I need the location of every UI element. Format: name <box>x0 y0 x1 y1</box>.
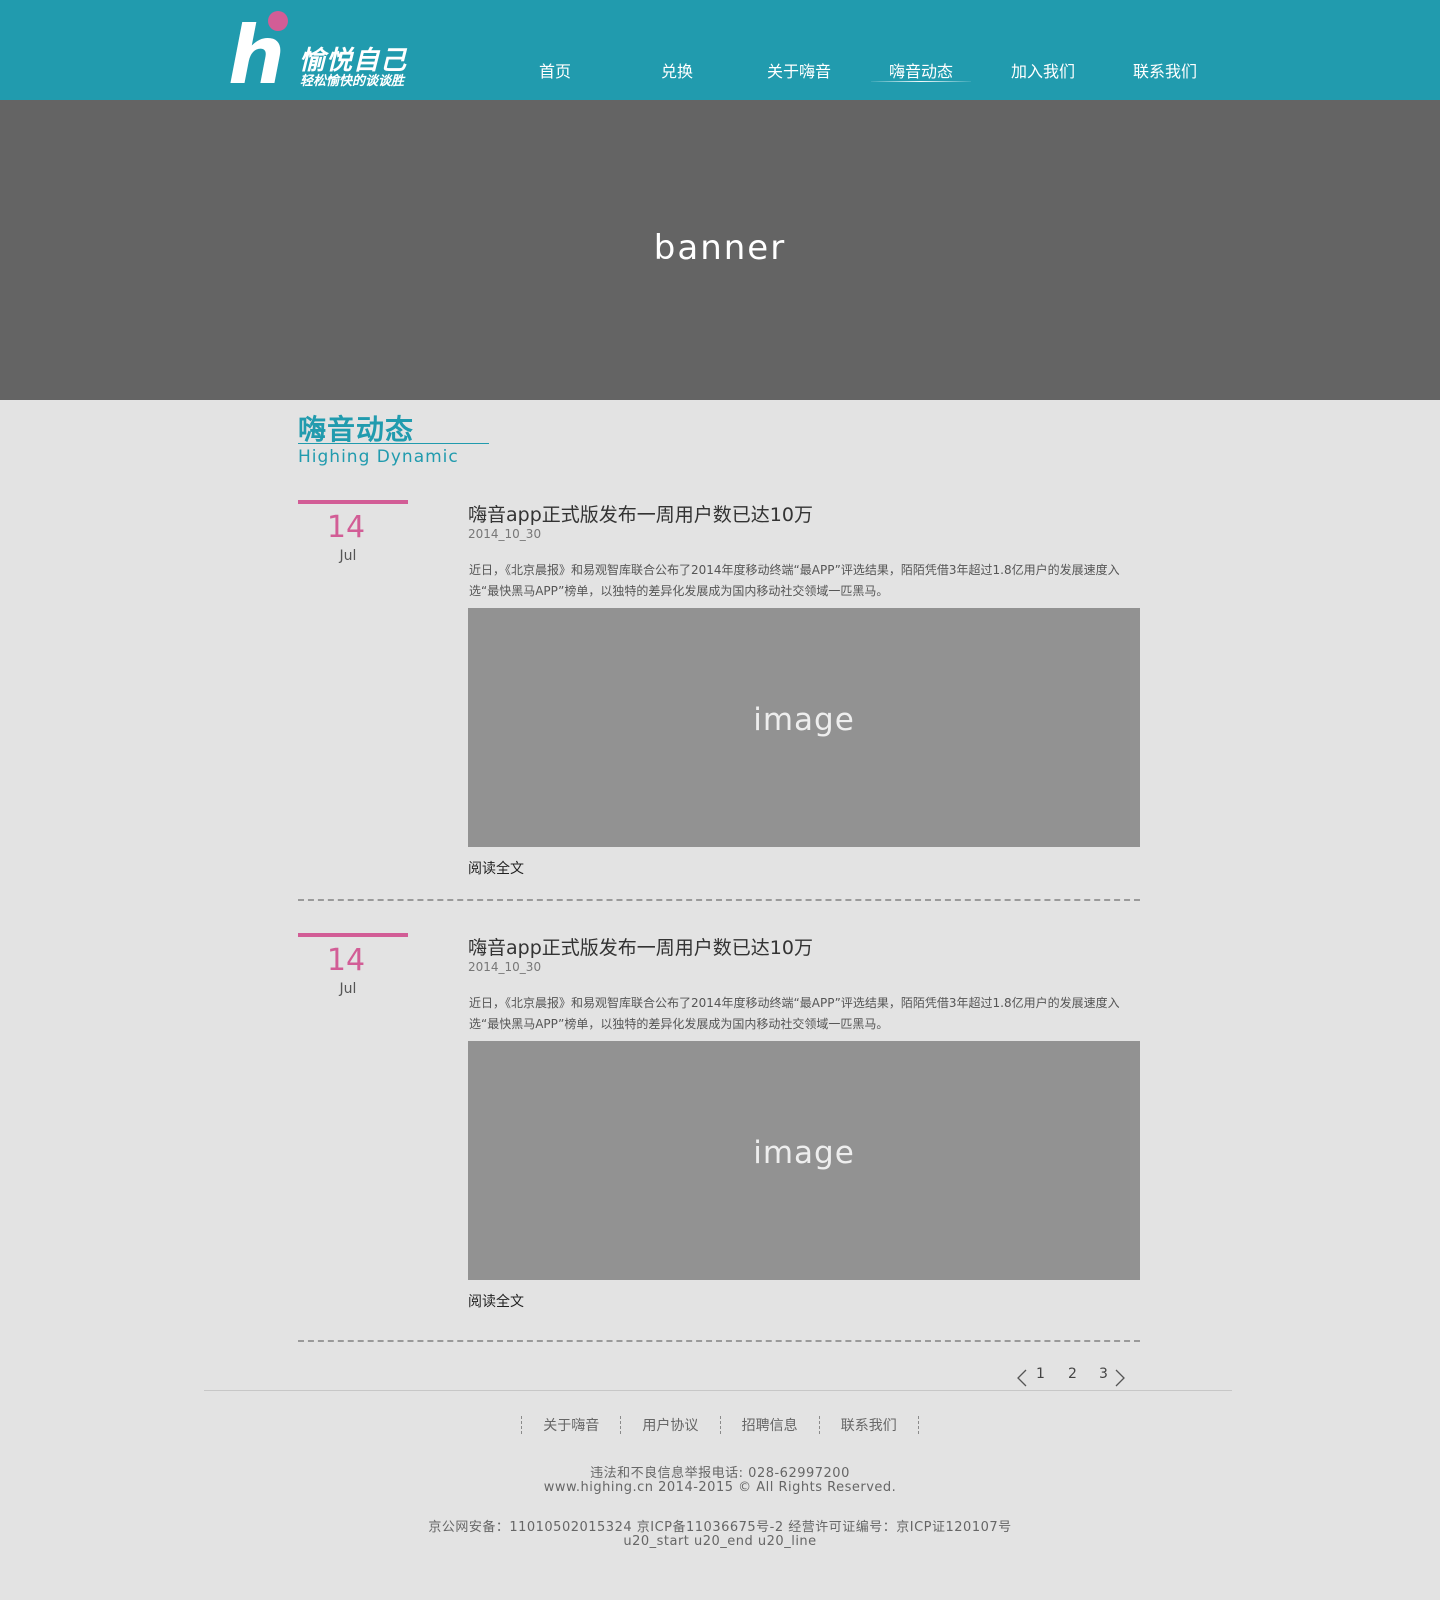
article-divider <box>298 899 1140 901</box>
news-article: 14 Jul 嗨音app正式版发布一周用户数已达10万 2014_10_30 近… <box>0 500 1440 920</box>
section-subtitle: Highing Dynamic <box>298 447 459 467</box>
footer-link-about[interactable]: 关于嗨音 <box>543 1415 599 1435</box>
logo-slogan: 轻松愉快的谈谈胜 <box>300 74 405 89</box>
section-title-underline <box>298 443 489 444</box>
section-title: 嗨音动态 <box>298 413 415 446</box>
footer-divider <box>204 1390 1232 1391</box>
read-more-link[interactable]: 阅读全文 <box>468 1291 524 1311</box>
footer-link-jobs[interactable]: 招聘信息 <box>742 1415 798 1435</box>
article-date: 2014_10_30 <box>468 527 542 541</box>
nav-item-news[interactable]: 嗨音动态 <box>866 58 976 82</box>
nav-item-exchange[interactable]: 兑换 <box>622 58 732 82</box>
chevron-left-icon[interactable] <box>1016 1368 1028 1388</box>
image-placeholder-label: image <box>753 702 855 738</box>
footer-copyright: www.highing.cn 2014-2015 © All Rights Re… <box>543 1480 897 1495</box>
page-link-3[interactable]: 3 <box>1099 1366 1108 1382</box>
footer-report-line: 违法和不良信息举报电话: 028-62997200 <box>590 1466 850 1481</box>
hero-banner: banner <box>0 100 1440 400</box>
article-day: 14 <box>326 510 366 545</box>
article-divider <box>298 1340 1140 1342</box>
article-date: 2014_10_30 <box>468 960 542 974</box>
footer-links: 关于嗨音 用户协议 招聘信息 联系我们 <box>0 1414 1440 1435</box>
nav-item-contact[interactable]: 联系我们 <box>1110 58 1220 82</box>
link-separator <box>521 1415 523 1434</box>
news-article: 14 Jul 嗨音app正式版发布一周用户数已达10万 2014_10_30 近… <box>0 933 1440 1353</box>
article-summary: 近日，《北京晨报》和易观智库联合公布了2014年度移动终端“最APP”评选结果，… <box>469 563 1120 598</box>
link-separator <box>818 1415 820 1434</box>
footer-icp-line: 京公网安备：11010502015324 京ICP备11036675号-2 经营… <box>428 1520 1012 1535</box>
footer-link-agreement[interactable]: 用户协议 <box>642 1415 698 1435</box>
article-summary: 近日，《北京晨报》和易观智库联合公布了2014年度移动终端“最APP”评选结果，… <box>469 996 1120 1031</box>
link-separator <box>719 1415 721 1434</box>
footer-extra-line: u20_start u20_end u20_line <box>623 1534 817 1549</box>
link-separator <box>620 1415 622 1434</box>
nav-item-about[interactable]: 关于嗨音 <box>744 58 854 82</box>
article-month: Jul <box>339 548 357 564</box>
nav-item-home[interactable]: 首页 <box>500 58 610 82</box>
date-accent-bar <box>298 500 408 504</box>
site-logo[interactable]: h 愉悦自己 轻松愉快的谈谈胜 <box>228 10 428 96</box>
article-title[interactable]: 嗨音app正式版发布一周用户数已达10万 <box>468 500 813 527</box>
banner-label: banner <box>653 228 787 268</box>
article-day: 14 <box>326 943 366 978</box>
chevron-right-icon[interactable] <box>1114 1368 1126 1388</box>
image-placeholder-label: image <box>753 1135 855 1171</box>
page-link-2[interactable]: 2 <box>1068 1366 1077 1382</box>
link-separator <box>917 1415 919 1434</box>
read-more-link[interactable]: 阅读全文 <box>468 858 524 878</box>
article-image[interactable]: image <box>468 1041 1140 1280</box>
footer-link-contact[interactable]: 联系我们 <box>841 1415 897 1435</box>
page-link-1[interactable]: 1 <box>1036 1366 1045 1382</box>
article-title[interactable]: 嗨音app正式版发布一周用户数已达10万 <box>468 933 813 960</box>
logo-dot-icon <box>268 11 288 31</box>
nav-item-join[interactable]: 加入我们 <box>988 58 1098 82</box>
article-image[interactable]: image <box>468 608 1140 847</box>
article-month: Jul <box>339 981 357 997</box>
date-accent-bar <box>298 933 408 937</box>
site-header: h 愉悦自己 轻松愉快的谈谈胜 首页 兑换 关于嗨音 嗨音动态 加入我们 联系我… <box>0 0 1440 100</box>
